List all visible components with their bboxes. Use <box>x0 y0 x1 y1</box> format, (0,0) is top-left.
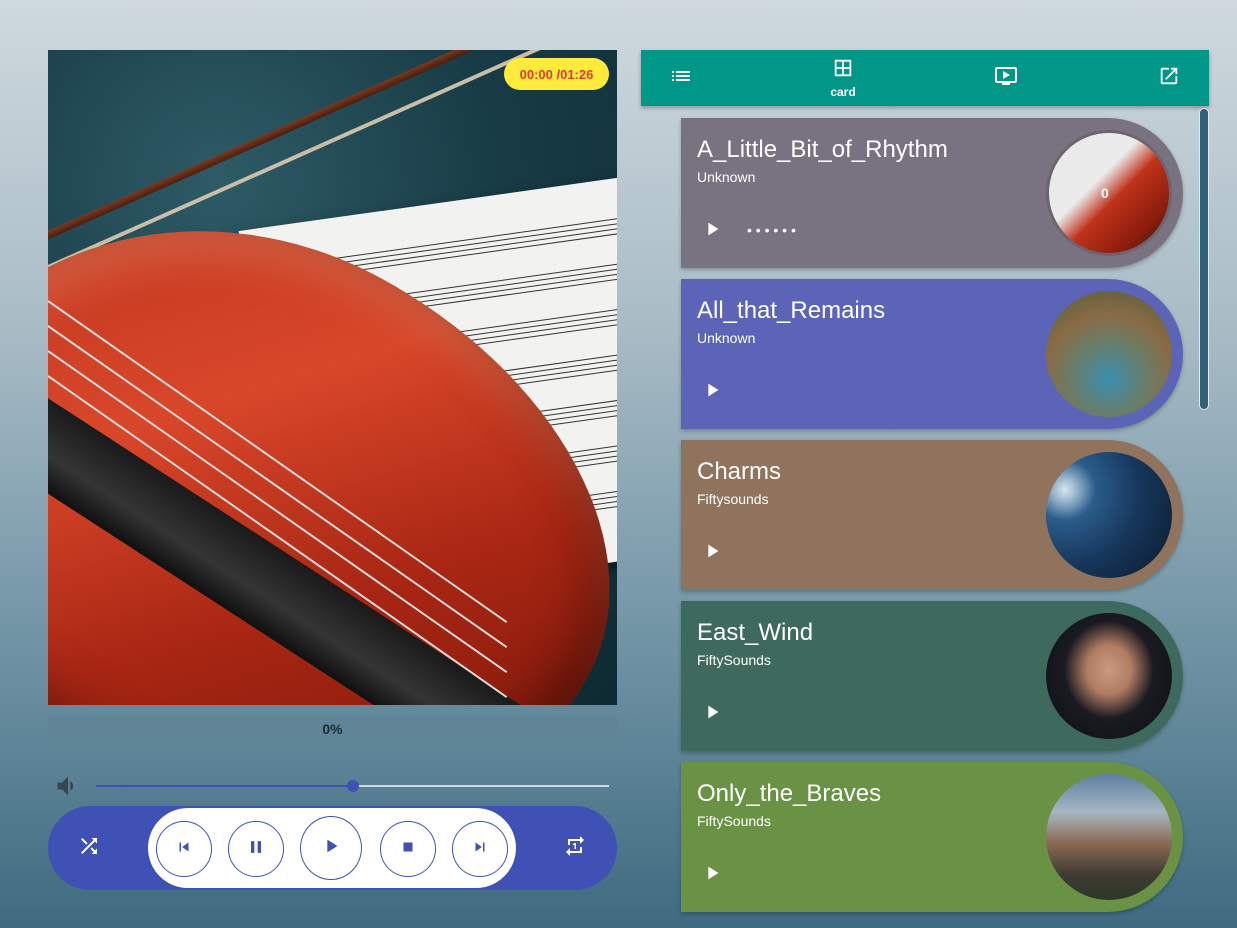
tv-play-icon <box>994 64 1018 93</box>
track-thumbnail <box>1046 613 1172 739</box>
track-play-button[interactable] <box>701 218 723 240</box>
play-icon <box>701 866 723 888</box>
track-play-button[interactable] <box>701 379 723 401</box>
stop-button[interactable] <box>380 821 436 877</box>
shuffle-icon <box>77 834 101 863</box>
track-artist: FiftySounds <box>697 813 771 829</box>
progress-bar[interactable]: 0% <box>48 717 617 742</box>
tab-list[interactable] <box>641 50 721 106</box>
track-card[interactable]: All_that_Remains Unknown <box>681 279 1183 429</box>
list-icon <box>669 64 693 93</box>
volume-fill <box>96 785 353 787</box>
open-external-icon <box>1158 65 1180 92</box>
volume-slider[interactable] <box>96 780 609 792</box>
track-artist: Unknown <box>697 330 756 346</box>
track-play-button[interactable] <box>701 540 723 562</box>
progress-label: 0% <box>322 721 343 737</box>
play-icon <box>320 835 342 862</box>
track-title: Charms <box>697 458 782 485</box>
view-tab-bar: card <box>641 50 1209 106</box>
pause-button[interactable] <box>228 821 284 877</box>
track-title: East_Wind <box>697 619 814 646</box>
stop-icon <box>399 838 417 861</box>
tab-open-external[interactable] <box>1129 50 1209 106</box>
next-button[interactable] <box>452 821 508 877</box>
time-display: 00:00 /01:26 <box>504 58 609 90</box>
track-artist: Unknown <box>697 169 756 185</box>
track-artist: FiftySounds <box>697 652 771 668</box>
track-play-button[interactable] <box>701 701 723 723</box>
track-card[interactable]: Charms Fiftysounds <box>681 440 1183 590</box>
track-card[interactable]: Only_the_Braves FiftySounds <box>681 762 1183 912</box>
grid-icon <box>832 57 854 84</box>
shuffle-button[interactable] <box>71 830 107 866</box>
track-thumbnail <box>1046 291 1172 417</box>
pause-icon <box>246 837 266 862</box>
transport-pill <box>148 808 516 888</box>
repeat-button[interactable] <box>557 830 593 866</box>
playlist-scrollbar[interactable] <box>1199 108 1209 410</box>
tab-card[interactable]: card <box>803 50 883 106</box>
play-icon <box>701 222 723 244</box>
track-title: Only_the_Braves <box>697 780 882 807</box>
track-thumbnail: 0 <box>1046 130 1172 256</box>
play-button[interactable] <box>300 816 362 880</box>
repeat-icon <box>563 834 587 863</box>
track-thumbnail <box>1046 452 1172 578</box>
track-play-button[interactable] <box>701 862 723 884</box>
play-icon <box>701 544 723 566</box>
track-title: All_that_Remains <box>697 297 886 324</box>
track-thumbnail <box>1046 774 1172 900</box>
track-card[interactable]: A_Little_Bit_of_Rhythm Unknown • • • • •… <box>681 118 1183 268</box>
tab-video[interactable] <box>966 50 1046 106</box>
track-card[interactable]: East_Wind FiftySounds <box>681 601 1183 751</box>
album-artwork <box>48 50 617 705</box>
play-icon <box>701 705 723 727</box>
tab-card-label: card <box>830 85 856 99</box>
playing-indicator: • • • • • • <box>747 222 796 238</box>
playback-controls <box>48 806 617 890</box>
skip-next-icon <box>471 838 489 861</box>
skip-previous-icon <box>175 838 193 861</box>
volume-icon[interactable] <box>54 772 82 800</box>
play-icon <box>701 383 723 405</box>
previous-button[interactable] <box>156 821 212 877</box>
thumbnail-progress-label: 0 <box>1101 185 1109 201</box>
volume-knob[interactable] <box>346 780 359 792</box>
track-title: A_Little_Bit_of_Rhythm <box>697 136 948 163</box>
track-artist: Fiftysounds <box>697 491 769 507</box>
